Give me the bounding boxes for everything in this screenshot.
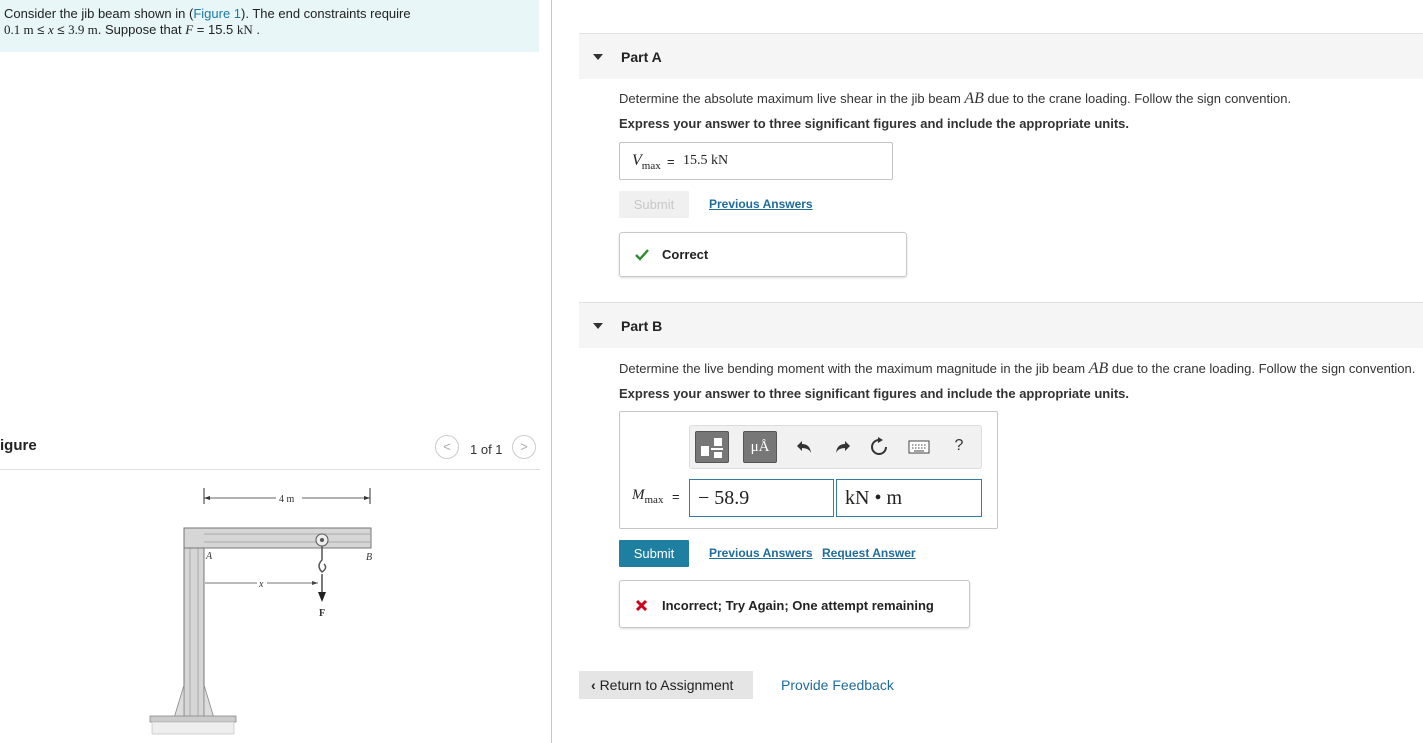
answer-label: Mmax bbox=[632, 487, 664, 506]
units-button[interactable]: μÅ bbox=[743, 431, 777, 463]
part-a-instruction: Express your answer to three significant… bbox=[619, 116, 1129, 131]
pager-prev-button[interactable]: < bbox=[435, 435, 459, 459]
value-input[interactable]: − 58.9 bbox=[689, 479, 834, 517]
figure-title: igure bbox=[0, 437, 37, 454]
part-b-instruction: Express your answer to three significant… bbox=[619, 386, 1129, 401]
part-a-submit-button[interactable]: Submit bbox=[619, 191, 689, 218]
part-a-previous-answers-link[interactable]: Previous Answers bbox=[709, 197, 813, 211]
request-answer-link[interactable]: Request Answer bbox=[822, 546, 916, 560]
math-toolbar: μÅ ? bbox=[689, 425, 982, 469]
unit-input[interactable]: kN • m bbox=[836, 479, 982, 517]
undo-icon[interactable] bbox=[788, 431, 822, 463]
label-a: A bbox=[205, 551, 213, 562]
figure-link[interactable]: Figure 1 bbox=[193, 6, 241, 21]
x-icon bbox=[635, 599, 648, 612]
label-b: B bbox=[366, 552, 372, 563]
collapse-triangle-icon[interactable] bbox=[593, 54, 603, 60]
check-icon bbox=[635, 249, 649, 261]
templates-icon[interactable] bbox=[695, 431, 729, 463]
label-f: F bbox=[319, 608, 325, 619]
part-b-header[interactable]: Part B bbox=[579, 302, 1423, 348]
part-a-feedback: Correct bbox=[619, 232, 907, 277]
keyboard-icon[interactable] bbox=[902, 431, 936, 463]
figure-header: igure < 1 of 1 > bbox=[0, 435, 540, 470]
part-b-question: Determine the live bending moment with t… bbox=[619, 360, 1416, 377]
jib-beam-figure-drawing: 4 m A B x F bbox=[149, 488, 372, 735]
math-answer-editor: μÅ ? Mmax = − 58.9 kN • m bbox=[619, 411, 998, 529]
part-b-submit-button[interactable]: Submit bbox=[619, 540, 689, 567]
redo-icon[interactable] bbox=[825, 431, 859, 463]
problem-statement: Consider the jib beam shown in (Figure 1… bbox=[0, 0, 539, 52]
pager-count: 1 of 1 bbox=[470, 442, 503, 457]
answer-label: Vmax bbox=[632, 152, 661, 173]
return-to-assignment-button[interactable]: ‹ Return to Assignment bbox=[579, 671, 753, 699]
chevron-left-icon: ‹ bbox=[591, 677, 596, 693]
problem-line-2: 0.1 m ≤ x ≤ 3.9 m. Suppose that F = 15.5… bbox=[4, 22, 261, 37]
help-icon[interactable]: ? bbox=[942, 431, 976, 463]
collapse-triangle-icon[interactable] bbox=[593, 323, 603, 329]
panel-divider[interactable] bbox=[551, 0, 552, 743]
dimension-label: 4 m bbox=[279, 494, 295, 505]
part-a-title: Part A bbox=[621, 49, 662, 65]
part-b-feedback: Incorrect; Try Again; One attempt remain… bbox=[619, 580, 970, 628]
provide-feedback-link[interactable]: Provide Feedback bbox=[781, 677, 894, 693]
part-a-question: Determine the absolute maximum live shea… bbox=[619, 90, 1292, 107]
reset-icon[interactable] bbox=[862, 431, 896, 463]
pager-next-button[interactable]: > bbox=[512, 435, 536, 459]
answer-value: 15.5 kN bbox=[683, 153, 729, 168]
part-b-title: Part B bbox=[621, 318, 663, 334]
part-a-header[interactable]: Part A bbox=[579, 33, 1423, 79]
part-a-answer-field[interactable]: Vmax = 15.5 kN bbox=[619, 142, 893, 180]
part-b-previous-answers-link[interactable]: Previous Answers bbox=[709, 546, 813, 560]
label-x: x bbox=[258, 579, 264, 590]
problem-line-1: Consider the jib beam shown in (Figure 1… bbox=[4, 6, 411, 21]
